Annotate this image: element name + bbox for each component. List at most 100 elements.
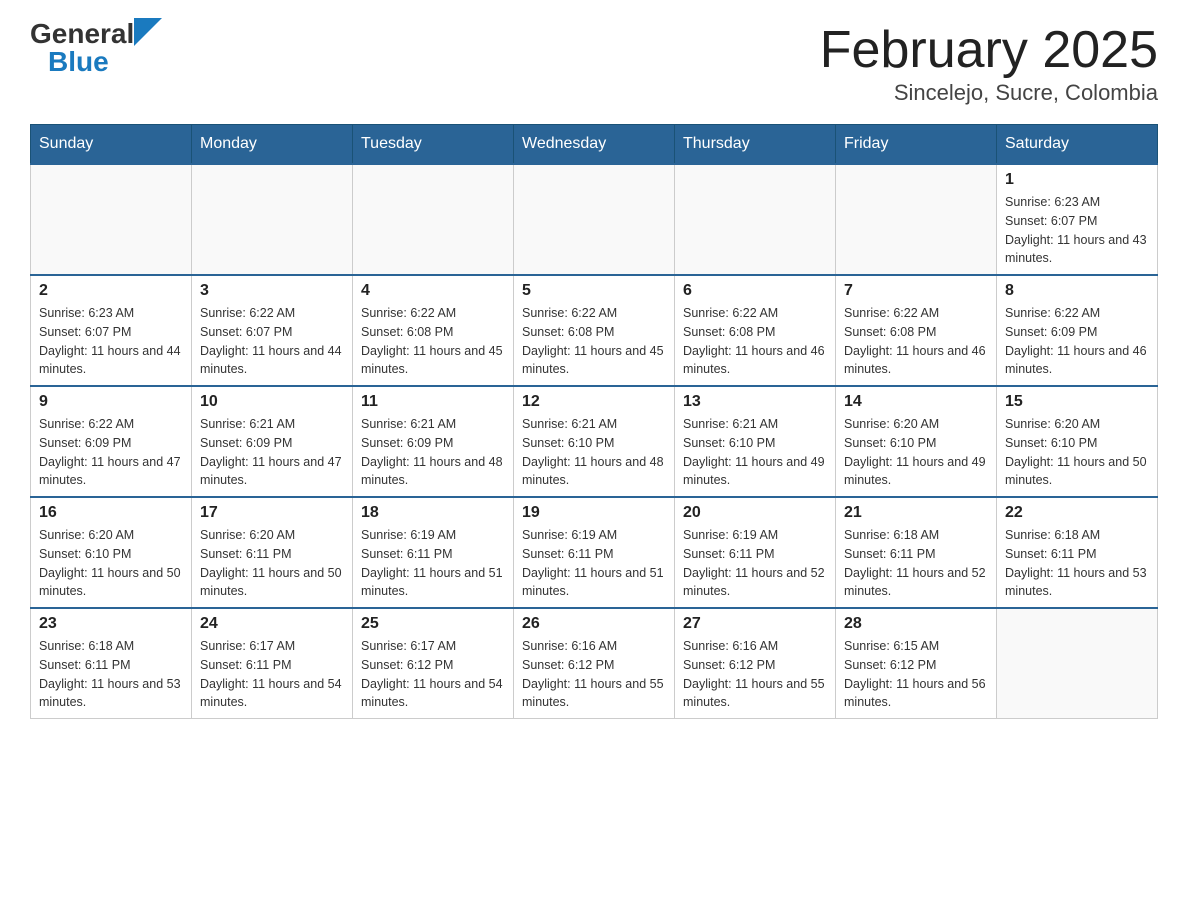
calendar-day-cell: 25 Sunrise: 6:17 AMSunset: 6:12 PMDayligh… — [353, 608, 514, 719]
day-number: 27 — [683, 615, 827, 633]
calendar-day-cell: 21 Sunrise: 6:18 AMSunset: 6:11 PMDayligh… — [836, 497, 997, 608]
day-info: Sunrise: 6:21 AMSunset: 6:09 PMDaylight:… — [200, 415, 344, 490]
calendar-day-cell: 3 Sunrise: 6:22 AMSunset: 6:07 PMDaylight… — [192, 275, 353, 386]
calendar-day-cell: 22 Sunrise: 6:18 AMSunset: 6:11 PMDayligh… — [997, 497, 1158, 608]
page-header: General Blue February 2025 Sincelejo, Su… — [30, 20, 1158, 106]
day-info: Sunrise: 6:22 AMSunset: 6:08 PMDaylight:… — [683, 304, 827, 379]
day-info: Sunrise: 6:20 AMSunset: 6:11 PMDaylight:… — [200, 526, 344, 601]
calendar-week-row: 9 Sunrise: 6:22 AMSunset: 6:09 PMDaylight… — [31, 386, 1158, 497]
day-info: Sunrise: 6:23 AMSunset: 6:07 PMDaylight:… — [1005, 193, 1149, 268]
day-info: Sunrise: 6:16 AMSunset: 6:12 PMDaylight:… — [522, 637, 666, 712]
day-number: 20 — [683, 504, 827, 522]
day-info: Sunrise: 6:22 AMSunset: 6:08 PMDaylight:… — [361, 304, 505, 379]
day-info: Sunrise: 6:15 AMSunset: 6:12 PMDaylight:… — [844, 637, 988, 712]
calendar-day-cell: 20Sunrise: 6:19 AMSunset: 6:11 PMDayligh… — [675, 497, 836, 608]
day-number: 7 — [844, 282, 988, 300]
day-number: 5 — [522, 282, 666, 300]
day-number: 23 — [39, 615, 183, 633]
day-number: 3 — [200, 282, 344, 300]
day-number: 17 — [200, 504, 344, 522]
day-number: 9 — [39, 393, 183, 411]
calendar-day-cell: 2 Sunrise: 6:23 AMSunset: 6:07 PMDaylight… — [31, 275, 192, 386]
day-number: 4 — [361, 282, 505, 300]
day-info: Sunrise: 6:23 AMSunset: 6:07 PMDaylight:… — [39, 304, 183, 379]
title-block: February 2025 Sincelejo, Sucre, Colombia — [820, 20, 1158, 106]
calendar-day-cell: 8 Sunrise: 6:22 AMSunset: 6:09 PMDaylight… — [997, 275, 1158, 386]
calendar-day-cell — [514, 164, 675, 275]
calendar-day-cell: 14 Sunrise: 6:20 AMSunset: 6:10 PMDayligh… — [836, 386, 997, 497]
weekday-header-thursday: Thursday — [675, 125, 836, 165]
day-number: 22 — [1005, 504, 1149, 522]
day-number: 6 — [683, 282, 827, 300]
calendar-day-cell — [997, 608, 1158, 719]
day-info: Sunrise: 6:18 AMSunset: 6:11 PMDaylight:… — [1005, 526, 1149, 601]
calendar-subtitle: Sincelejo, Sucre, Colombia — [820, 80, 1158, 106]
day-info: Sunrise: 6:18 AMSunset: 6:11 PMDaylight:… — [39, 637, 183, 712]
day-info: Sunrise: 6:22 AMSunset: 6:09 PMDaylight:… — [1005, 304, 1149, 379]
day-info: Sunrise: 6:21 AMSunset: 6:09 PMDaylight:… — [361, 415, 505, 490]
day-number: 28 — [844, 615, 988, 633]
calendar-day-cell: 10Sunrise: 6:21 AMSunset: 6:09 PMDayligh… — [192, 386, 353, 497]
calendar-week-row: 2 Sunrise: 6:23 AMSunset: 6:07 PMDaylight… — [31, 275, 1158, 386]
day-number: 2 — [39, 282, 183, 300]
day-info: Sunrise: 6:19 AMSunset: 6:11 PMDaylight:… — [361, 526, 505, 601]
calendar-day-cell — [675, 164, 836, 275]
day-info: Sunrise: 6:22 AMSunset: 6:08 PMDaylight:… — [844, 304, 988, 379]
calendar-day-cell: 15 Sunrise: 6:20 AMSunset: 6:10 PMDayligh… — [997, 386, 1158, 497]
calendar-day-cell: 19 Sunrise: 6:19 AMSunset: 6:11 PMDayligh… — [514, 497, 675, 608]
day-info: Sunrise: 6:22 AMSunset: 6:09 PMDaylight:… — [39, 415, 183, 490]
calendar-week-row: 23 Sunrise: 6:18 AMSunset: 6:11 PMDayligh… — [31, 608, 1158, 719]
calendar-day-cell: 27 Sunrise: 6:16 AMSunset: 6:12 PMDayligh… — [675, 608, 836, 719]
day-number: 25 — [361, 615, 505, 633]
calendar-day-cell — [836, 164, 997, 275]
calendar-day-cell: 1 Sunrise: 6:23 AMSunset: 6:07 PMDaylight… — [997, 164, 1158, 275]
calendar-day-cell: 23 Sunrise: 6:18 AMSunset: 6:11 PMDayligh… — [31, 608, 192, 719]
calendar-day-cell: 18 Sunrise: 6:19 AMSunset: 6:11 PMDayligh… — [353, 497, 514, 608]
day-info: Sunrise: 6:22 AMSunset: 6:08 PMDaylight:… — [522, 304, 666, 379]
day-number: 13 — [683, 393, 827, 411]
calendar-day-cell: 26 Sunrise: 6:16 AMSunset: 6:12 PMDayligh… — [514, 608, 675, 719]
day-number: 24 — [200, 615, 344, 633]
day-number: 14 — [844, 393, 988, 411]
calendar-day-cell: 12Sunrise: 6:21 AMSunset: 6:10 PMDayligh… — [514, 386, 675, 497]
logo-general-text: General — [30, 20, 134, 48]
day-info: Sunrise: 6:18 AMSunset: 6:11 PMDaylight:… — [844, 526, 988, 601]
weekday-header-sunday: Sunday — [31, 125, 192, 165]
day-info: Sunrise: 6:21 AMSunset: 6:10 PMDaylight:… — [683, 415, 827, 490]
day-info: Sunrise: 6:20 AMSunset: 6:10 PMDaylight:… — [39, 526, 183, 601]
day-number: 8 — [1005, 282, 1149, 300]
day-number: 15 — [1005, 393, 1149, 411]
calendar-day-cell: 5 Sunrise: 6:22 AMSunset: 6:08 PMDaylight… — [514, 275, 675, 386]
day-number: 19 — [522, 504, 666, 522]
calendar-day-cell: 28 Sunrise: 6:15 AMSunset: 6:12 PMDayligh… — [836, 608, 997, 719]
day-number: 1 — [1005, 171, 1149, 189]
day-number: 21 — [844, 504, 988, 522]
day-info: Sunrise: 6:22 AMSunset: 6:07 PMDaylight:… — [200, 304, 344, 379]
day-number: 18 — [361, 504, 505, 522]
calendar-day-cell: 6 Sunrise: 6:22 AMSunset: 6:08 PMDaylight… — [675, 275, 836, 386]
day-info: Sunrise: 6:20 AMSunset: 6:10 PMDaylight:… — [1005, 415, 1149, 490]
day-number: 11 — [361, 393, 505, 411]
day-info: Sunrise: 6:17 AMSunset: 6:11 PMDaylight:… — [200, 637, 344, 712]
calendar-day-cell — [31, 164, 192, 275]
logo: General Blue — [30, 20, 162, 76]
calendar-day-cell: 9 Sunrise: 6:22 AMSunset: 6:09 PMDaylight… — [31, 386, 192, 497]
calendar-day-cell: 7 Sunrise: 6:22 AMSunset: 6:08 PMDaylight… — [836, 275, 997, 386]
day-number: 26 — [522, 615, 666, 633]
calendar-day-cell: 13 Sunrise: 6:21 AMSunset: 6:10 PMDayligh… — [675, 386, 836, 497]
day-info: Sunrise: 6:17 AMSunset: 6:12 PMDaylight:… — [361, 637, 505, 712]
day-info: Sunrise: 6:16 AMSunset: 6:12 PMDaylight:… — [683, 637, 827, 712]
day-info: Sunrise: 6:20 AMSunset: 6:10 PMDaylight:… — [844, 415, 988, 490]
weekday-header-friday: Friday — [836, 125, 997, 165]
weekday-header-saturday: Saturday — [997, 125, 1158, 165]
day-number: 12 — [522, 393, 666, 411]
calendar-header-row: SundayMondayTuesdayWednesdayThursdayFrid… — [31, 125, 1158, 165]
day-info: Sunrise: 6:19 AMSunset: 6:11 PMDaylight:… — [522, 526, 666, 601]
calendar-day-cell: 24 Sunrise: 6:17 AMSunset: 6:11 PMDayligh… — [192, 608, 353, 719]
weekday-header-tuesday: Tuesday — [353, 125, 514, 165]
calendar-day-cell: 11 Sunrise: 6:21 AMSunset: 6:09 PMDayligh… — [353, 386, 514, 497]
calendar-day-cell — [192, 164, 353, 275]
calendar-title: February 2025 — [820, 20, 1158, 80]
calendar-table: SundayMondayTuesdayWednesdayThursdayFrid… — [30, 124, 1158, 719]
logo-blue-text: Blue — [48, 48, 109, 76]
